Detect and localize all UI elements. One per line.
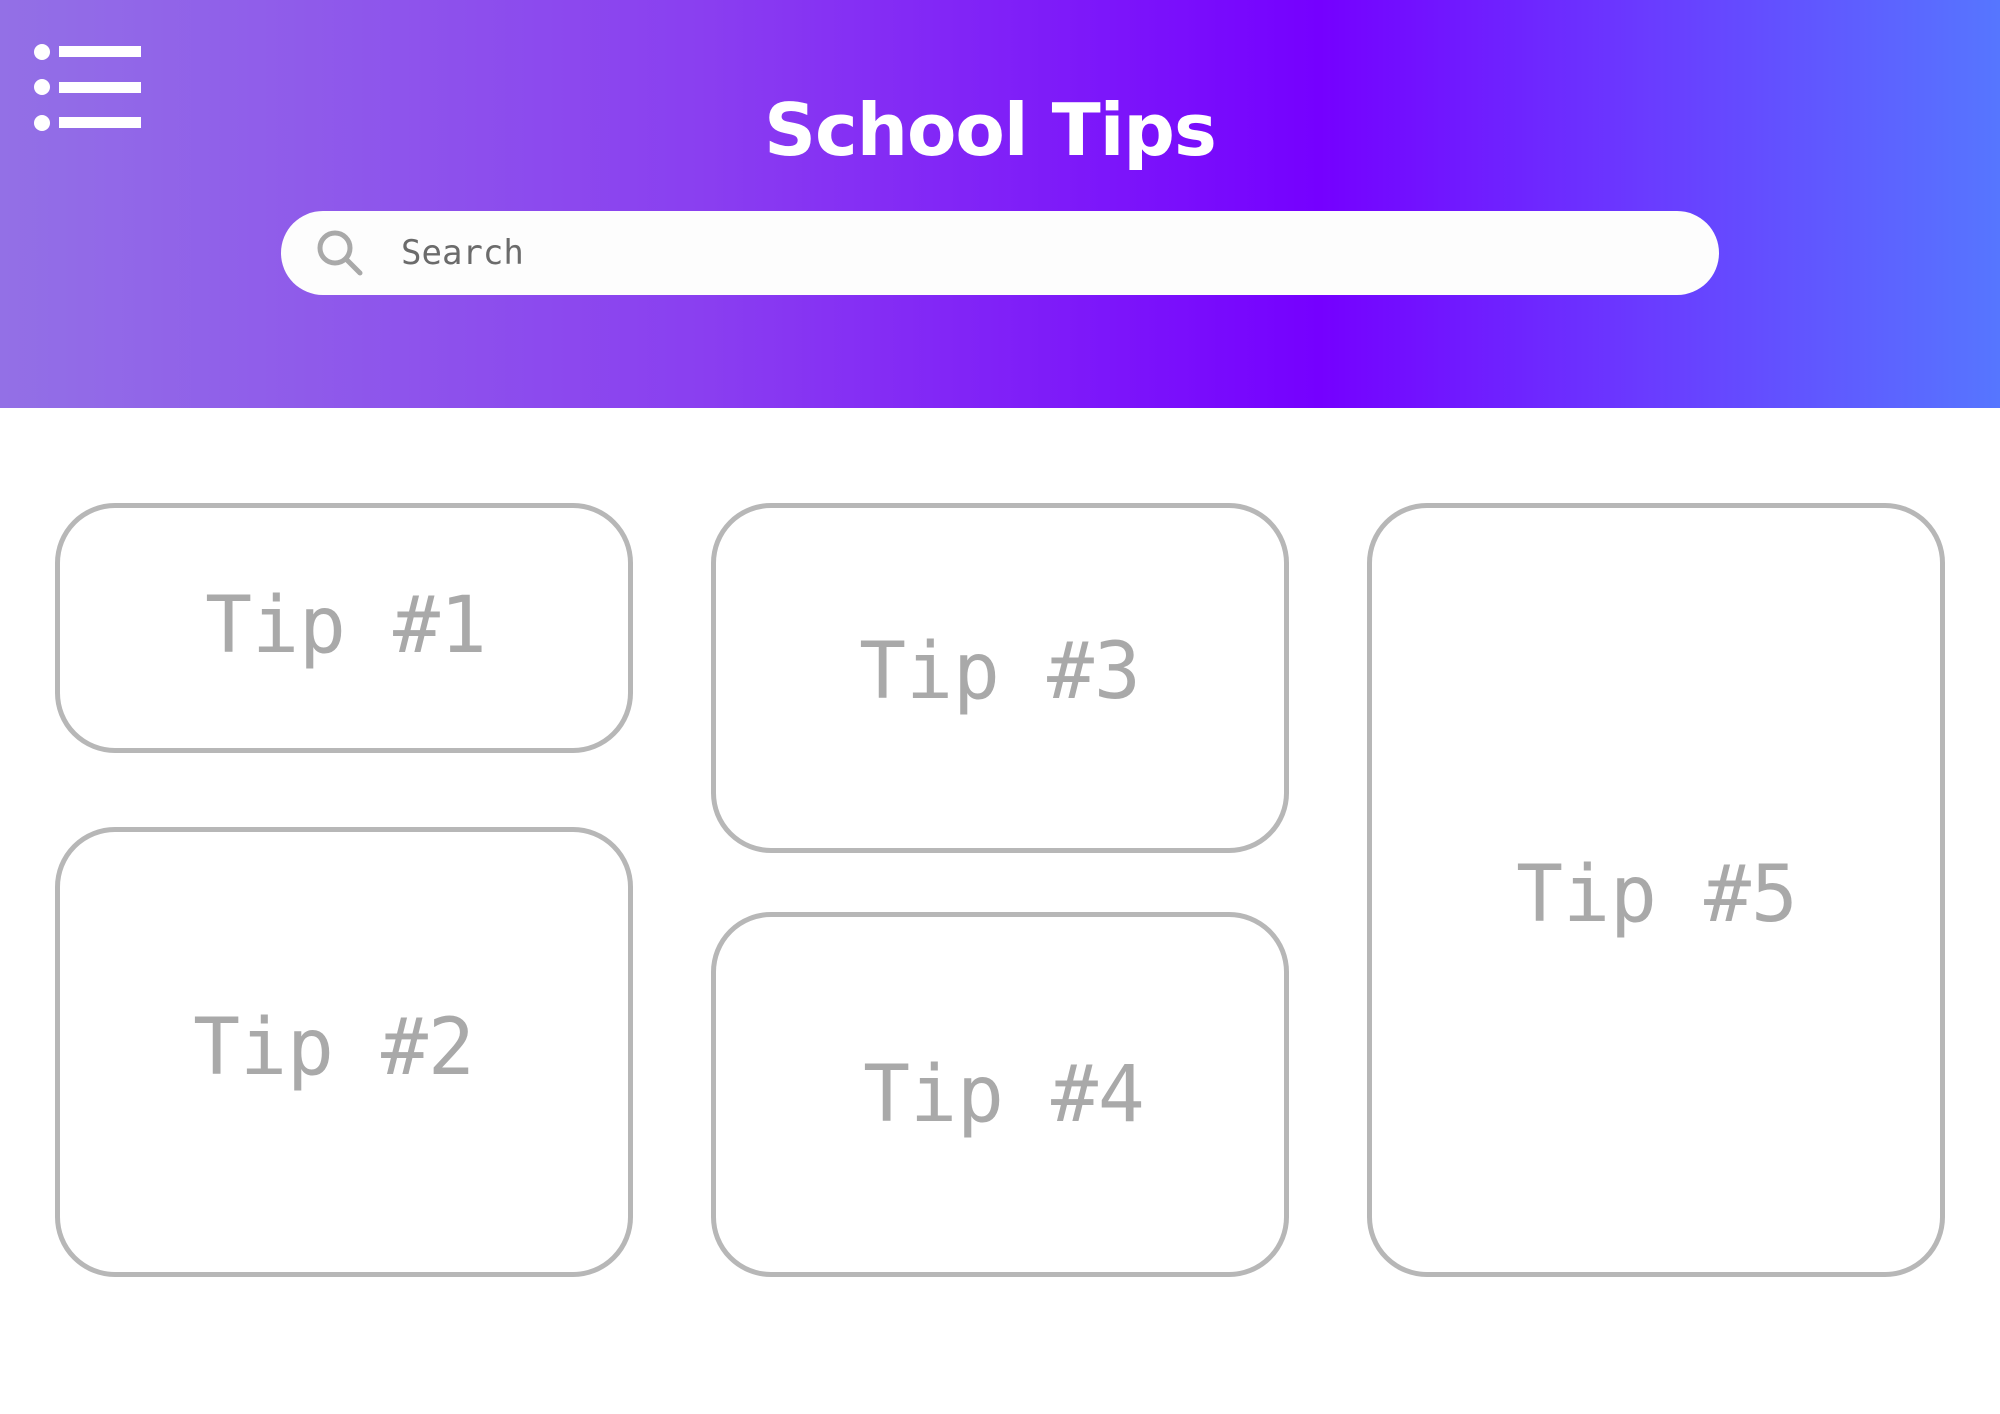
search-bar[interactable] (281, 211, 1719, 295)
tip-card-2[interactable]: Tip #2 (55, 827, 633, 1277)
menu-dot (34, 44, 50, 60)
search-icon (317, 230, 363, 276)
menu-line (59, 82, 141, 93)
tip-card-label: Tip #4 (863, 1049, 1145, 1140)
tip-card-4[interactable]: Tip #4 (711, 912, 1289, 1277)
menu-dot (34, 79, 50, 95)
menu-line (59, 117, 141, 128)
menu-dot (34, 115, 50, 131)
page-title: School Tips (764, 88, 1217, 172)
menu-button[interactable] (30, 40, 145, 135)
header-banner: School Tips (0, 0, 2000, 408)
menu-line (59, 46, 141, 57)
tip-card-label: Tip #1 (205, 581, 487, 671)
tip-card-3[interactable]: Tip #3 (711, 503, 1289, 853)
tip-card-label: Tip #2 (193, 1003, 475, 1093)
tip-card-5[interactable]: Tip #5 (1367, 503, 1945, 1277)
tip-card-label: Tip #5 (1516, 850, 1798, 940)
tip-card-1[interactable]: Tip #1 (55, 503, 633, 753)
tip-card-label: Tip #3 (859, 627, 1141, 717)
search-input[interactable] (401, 223, 1681, 283)
